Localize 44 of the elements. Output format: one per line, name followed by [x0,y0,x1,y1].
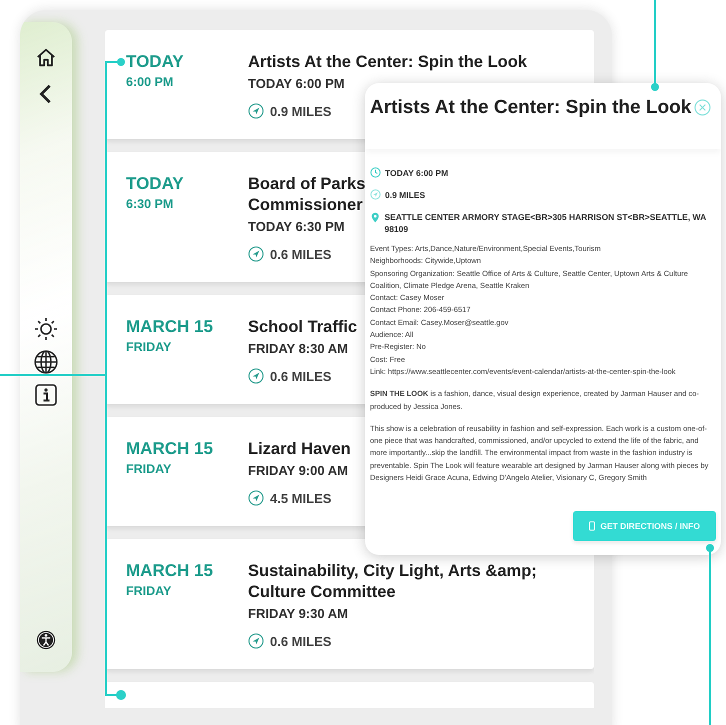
home-icon[interactable] [35,47,57,69]
event-title: School Traffic [248,317,358,338]
detail-time: TODAY 6:00 PM [385,168,448,178]
event-title: Culture Committee [248,582,397,603]
event-distance: 0.9 MILES [270,104,332,118]
event-distance: 0.6 MILES [270,634,332,648]
event-day: FRIDAY [126,584,248,598]
event-time: TODAY 6:00 PM [248,76,346,91]
event-title: Commissioner [248,195,364,216]
event-date: MARCH 15 [126,317,214,337]
event-title: Artists At the Center: Spin the Look [248,52,527,73]
location-pin-icon [370,211,380,224]
event-distance: 0.6 MILES [270,246,332,262]
event-title: Sustainability, City Light, Arts &amp; [248,561,537,582]
event-date: TODAY [126,52,185,72]
clock-icon [370,167,381,178]
event-day: 6:00 PM [126,75,248,89]
phone-icon [589,521,596,531]
navigation-icon [248,103,264,119]
event-time: FRIDAY 8:30 AM [248,341,349,356]
event-day: FRIDAY [126,462,248,476]
navigation-icon [248,490,264,506]
info-icon[interactable] [34,383,58,407]
event-distance: 0.6 MILES [270,368,332,384]
event-day: FRIDAY [126,340,248,354]
detail-distance: 0.9 MILES [385,190,426,200]
event-card[interactable]: MARCH 15 FRIDAY Sustainability, City Light, Arts &amp; Culture Committee FRIDAY 9:30 AM 0.6 MILES [105,539,594,669]
brightness-icon[interactable] [34,317,58,341]
event-day: 6:30 PM [126,197,248,211]
event-time: TODAY 6:30 PM [248,219,346,234]
navigation-icon [248,368,264,384]
event-distance: 4.5 MILES [270,490,332,506]
navigation-icon [248,633,264,649]
event-date: MARCH 15 [126,439,214,459]
event-time: FRIDAY 9:00 AM [248,463,349,478]
event-title: Lizard Haven [248,439,351,460]
event-title: Board of Parks [248,174,366,195]
event-time: FRIDAY 9:30 AM [248,606,349,621]
globe-icon[interactable] [33,349,59,375]
event-date: TODAY [126,174,185,194]
event-date: MARCH 15 [126,561,214,581]
navigation-icon [248,246,264,262]
accessibility-icon[interactable] [36,630,56,650]
navigation-icon [370,189,381,200]
